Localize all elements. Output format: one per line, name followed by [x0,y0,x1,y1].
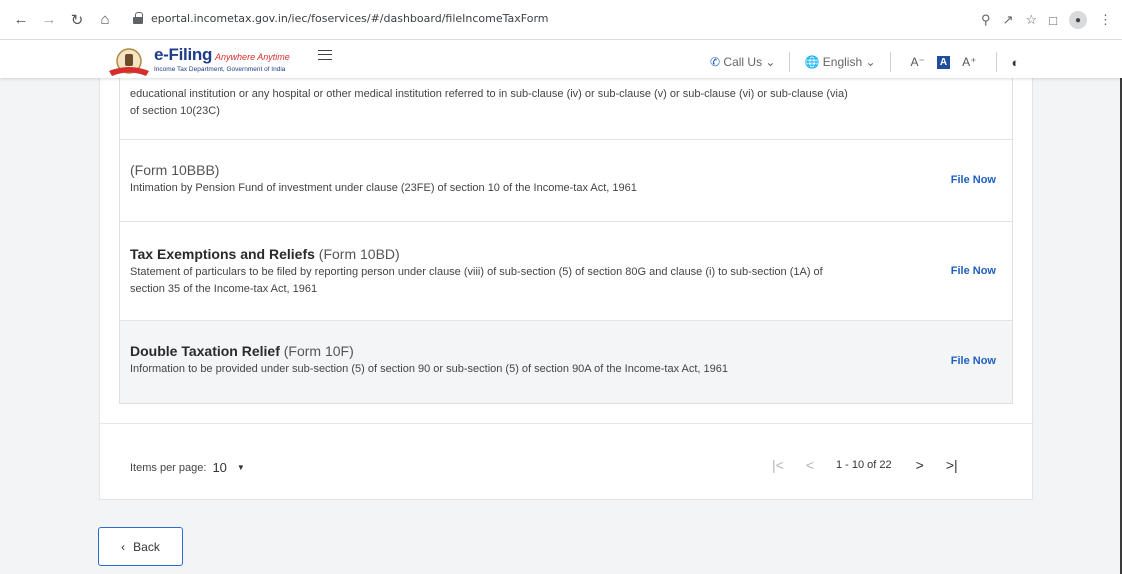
back-button[interactable]: ‹ Back [98,527,183,566]
key-icon[interactable]: ⚲ [981,12,991,28]
chevron-down-icon: ⌄ [765,55,776,69]
browser-actions: ⚲ ↗ ☆ □ ● ⋮ [981,0,1112,40]
chevron-left-icon: ‹ [121,539,126,554]
share-icon[interactable]: ↗ [1003,12,1014,28]
form-category: Double Taxation Relief [130,343,280,359]
reload-icon[interactable]: ↻ [66,9,88,31]
form-list-item: Tax Exemptions and Reliefs (Form 10BD) S… [120,221,1012,320]
call-us-button[interactable]: ✆ Call Us ⌄ [710,55,775,69]
divider [996,52,998,72]
form-title: (Form 10BBB) [130,162,850,178]
lock-icon [133,12,143,24]
first-page-icon[interactable]: |< [772,457,784,473]
chevron-down-icon: ⌄ [865,55,876,69]
home-icon[interactable]: ⌂ [94,9,116,31]
language-label: English [822,55,863,69]
form-description: Information to be provided under sub-sec… [130,363,729,375]
page-controls: |< < 1 - 10 of 22 > >| [772,457,980,473]
form-title: Tax Exemptions and Reliefs (Form 10BD) [130,246,850,262]
call-us-label: Call Us [723,55,763,69]
font-decrease-button[interactable]: A⁻ [911,55,925,69]
browser-toolbar: ← → ↻ ⌂ eportal.incometax.gov.in/iec/fos… [0,0,1122,40]
next-page-icon[interactable]: > [916,457,924,473]
brand[interactable]: e-Filing Anywhere Anytime Income Tax Depa… [154,45,290,73]
form-description: Intimation by Pension Fund of investment… [130,182,637,194]
back-arrow-icon[interactable]: ← [10,9,32,31]
divider [789,52,791,72]
language-select[interactable]: 🌐 English ⌄ [804,55,875,69]
pagination-bar: Items per page: 10 ▼ |< < 1 - 10 of 22 >… [99,423,1033,500]
divider [889,52,891,72]
page-content: educational institution or any hospital … [0,78,1122,574]
brand-subtitle: Income Tax Department, Government of Ind… [154,66,286,73]
form-list-item: educational institution or any hospital … [120,78,1012,139]
file-now-button[interactable]: File Now [951,174,996,186]
form-category: Tax Exemptions and Reliefs [130,246,315,262]
browser-nav: ← → ↻ ⌂ [0,9,116,31]
contrast-icon[interactable]: ◐ [1011,55,1019,70]
url-text: eportal.incometax.gov.in/iec/foservices/… [151,11,549,25]
form-list-item: Double Taxation Relief (Form 10F) Inform… [120,320,1012,403]
previous-page-icon[interactable]: < [806,457,814,473]
items-per-page-select[interactable]: 10 [212,460,226,475]
file-now-button[interactable]: File Now [951,265,996,277]
brand-tagline: Anywhere Anytime [215,52,290,62]
phone-icon: ✆ [710,55,721,69]
site-header: e-Filing Anywhere Anytime Income Tax Depa… [0,40,1122,78]
back-label: Back [133,539,160,554]
form-description: educational institution or any hospital … [130,88,848,117]
form-list-item: (Form 10BBB) Intimation by Pension Fund … [120,139,1012,221]
hamburger-menu-icon[interactable] [318,50,332,60]
form-title: Double Taxation Relief (Form 10F) [130,343,850,359]
items-per-page-label: Items per page: [130,461,207,474]
profile-icon[interactable]: ● [1069,11,1087,29]
font-default-button[interactable]: A [936,55,951,69]
globe-icon: 🌐 [804,55,820,69]
page-range: 1 - 10 of 22 [836,459,892,471]
kebab-menu-icon[interactable]: ⋮ [1099,12,1112,28]
form-code: (Form 10F) [283,343,354,359]
brand-name: e-Filing [154,45,213,64]
file-now-button[interactable]: File Now [951,355,996,367]
form-list: educational institution or any hospital … [119,78,1013,404]
form-code: (Form 10BD) [318,246,400,262]
last-page-icon[interactable]: >| [946,457,958,473]
address-bar[interactable]: eportal.incometax.gov.in/iec/foservices/… [127,3,1072,33]
caret-down-icon[interactable]: ▼ [237,463,245,472]
star-icon[interactable]: ☆ [1025,12,1037,28]
form-description: Statement of particulars to be filed by … [130,266,823,295]
forward-arrow-icon[interactable]: → [38,9,60,31]
items-per-page: Items per page: 10 ▼ [130,460,245,475]
form-code: (Form 10BBB) [130,162,220,178]
sidebar-icon[interactable]: □ [1049,13,1057,28]
font-increase-button[interactable]: A⁺ [962,55,976,69]
emblem-logo[interactable] [106,47,152,77]
header-tools: ✆ Call Us ⌄ 🌐 English ⌄ A⁻ A A⁺ ◐ [710,52,1019,72]
